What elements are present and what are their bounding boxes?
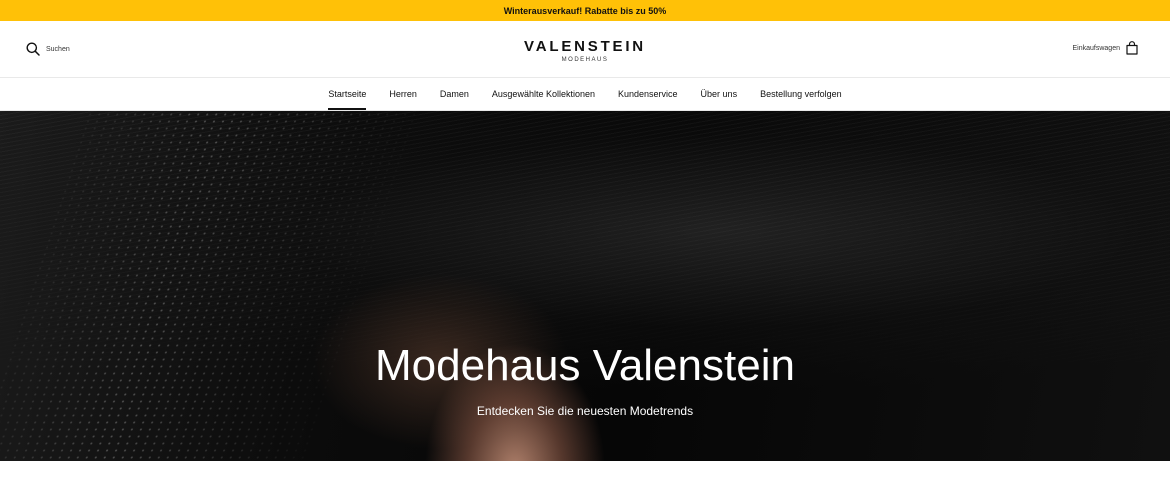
hero-title: Modehaus Valenstein: [375, 341, 795, 390]
nav-item-label: Kundenservice: [618, 89, 678, 99]
main-navigation: Startseite Herren Damen Ausgewählte Koll…: [0, 78, 1170, 111]
shopping-bag-icon: [1126, 41, 1138, 55]
cart-label: Einkaufswagen: [1072, 44, 1120, 52]
nav-item-label: Startseite: [328, 89, 367, 99]
content-area: [0, 461, 1170, 479]
site-header: Suchen VALENSTEIN MODEHAUS Einkaufswagen: [0, 21, 1170, 78]
nav-item-ausgewaehlte-kollektionen[interactable]: Ausgewählte Kollektionen: [492, 78, 595, 110]
cart-button[interactable]: Einkaufswagen: [1073, 41, 1138, 55]
nav-item-damen[interactable]: Damen: [440, 78, 469, 110]
nav-item-label: Über uns: [700, 89, 738, 99]
nav-item-label: Damen: [439, 89, 469, 99]
logo-brand: VALENSTEIN: [524, 38, 646, 55]
nav-item-kundenservice[interactable]: Kundenservice: [618, 78, 678, 110]
hero-banner: Modehaus Valenstein Entdecken Sie die ne…: [0, 111, 1170, 461]
logo[interactable]: VALENSTEIN MODEHAUS: [0, 38, 1170, 64]
nav-item-ueber-uns[interactable]: Über uns: [701, 78, 738, 110]
nav-item-label: Ausgewählte Kollektionen: [491, 89, 595, 99]
announcement-text: Winterausverkauf! Rabatte bis zu 50%: [503, 5, 667, 16]
nav-item-label: Herren: [389, 89, 417, 99]
announcement-bar: Winterausverkauf! Rabatte bis zu 50%: [0, 0, 1170, 21]
hero-subtitle: Entdecken Sie die neuesten Modetrends: [476, 404, 694, 418]
nav-item-startseite[interactable]: Startseite: [328, 78, 367, 110]
nav-item-label: Bestellung verfolgen: [760, 89, 842, 99]
logo-subtitle: MODEHAUS: [561, 57, 609, 63]
nav-item-herren[interactable]: Herren: [389, 78, 417, 110]
nav-item-bestellung-verfolgen[interactable]: Bestellung verfolgen: [760, 78, 842, 110]
